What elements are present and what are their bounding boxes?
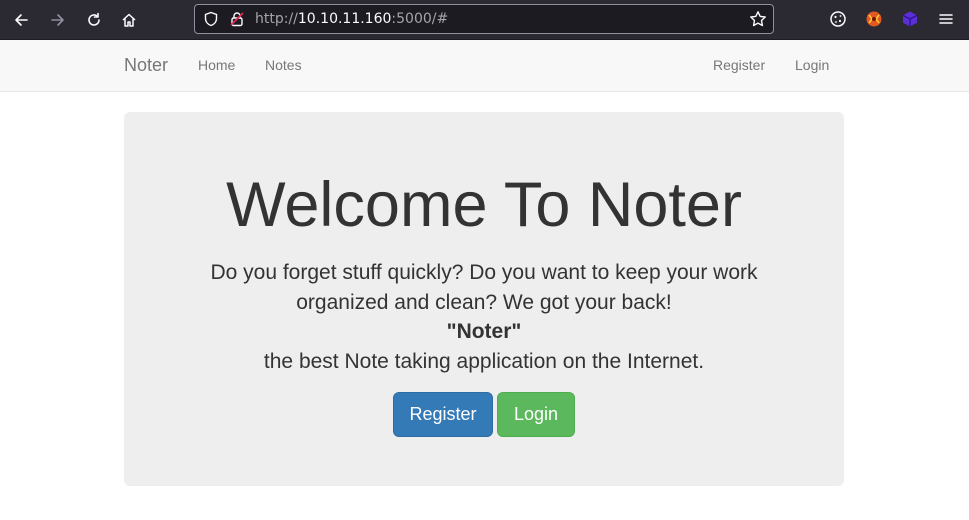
jumbotron: Welcome To Noter Do you forget stuff qui… — [124, 112, 844, 486]
home-icon[interactable] — [116, 7, 142, 33]
url-path: :5000/# — [391, 11, 449, 27]
url-scheme: http:// — [255, 11, 298, 27]
url-host: 10.10.11.160 — [297, 11, 392, 27]
browser-toolbar: http://10.10.11.160:5000/# — [0, 0, 969, 40]
shield-icon[interactable] — [203, 11, 219, 32]
cube-extension-icon[interactable] — [900, 9, 920, 29]
forward-icon[interactable] — [45, 7, 71, 33]
navbar-brand[interactable]: Noter — [124, 55, 168, 76]
nav-link-login[interactable]: Login — [795, 57, 829, 73]
tagline-app-name: "Noter" — [446, 320, 522, 343]
back-icon[interactable] — [8, 7, 34, 33]
register-button[interactable]: Register — [393, 392, 493, 437]
cookie-extension-icon[interactable] — [828, 9, 848, 29]
nav-link-notes[interactable]: Notes — [265, 57, 302, 73]
page-title: Welcome To Noter — [226, 170, 742, 240]
url-bar[interactable]: http://10.10.11.160:5000/# — [194, 4, 774, 34]
tagline-line-2: organized and clean? We got your back! — [296, 290, 672, 314]
site-navbar: Noter Home Notes Register Login — [0, 40, 969, 92]
jumbotron-text: Do you forget stuff quickly? Do you want… — [124, 258, 844, 376]
login-button[interactable]: Login — [497, 392, 575, 437]
nav-link-register[interactable]: Register — [713, 57, 765, 73]
tagline-line-4: the best Note taking application on the … — [263, 349, 705, 373]
bookmark-star-icon[interactable] — [749, 10, 767, 33]
url-text[interactable]: http://10.10.11.160:5000/# — [255, 11, 448, 27]
tagline-line-1: Do you forget stuff quickly? Do you want… — [210, 261, 758, 284]
insecure-lock-icon[interactable] — [229, 11, 245, 32]
reload-icon[interactable] — [81, 7, 107, 33]
fox-extension-icon[interactable] — [864, 9, 884, 29]
menu-icon[interactable] — [936, 9, 956, 29]
nav-link-home[interactable]: Home — [198, 57, 235, 73]
